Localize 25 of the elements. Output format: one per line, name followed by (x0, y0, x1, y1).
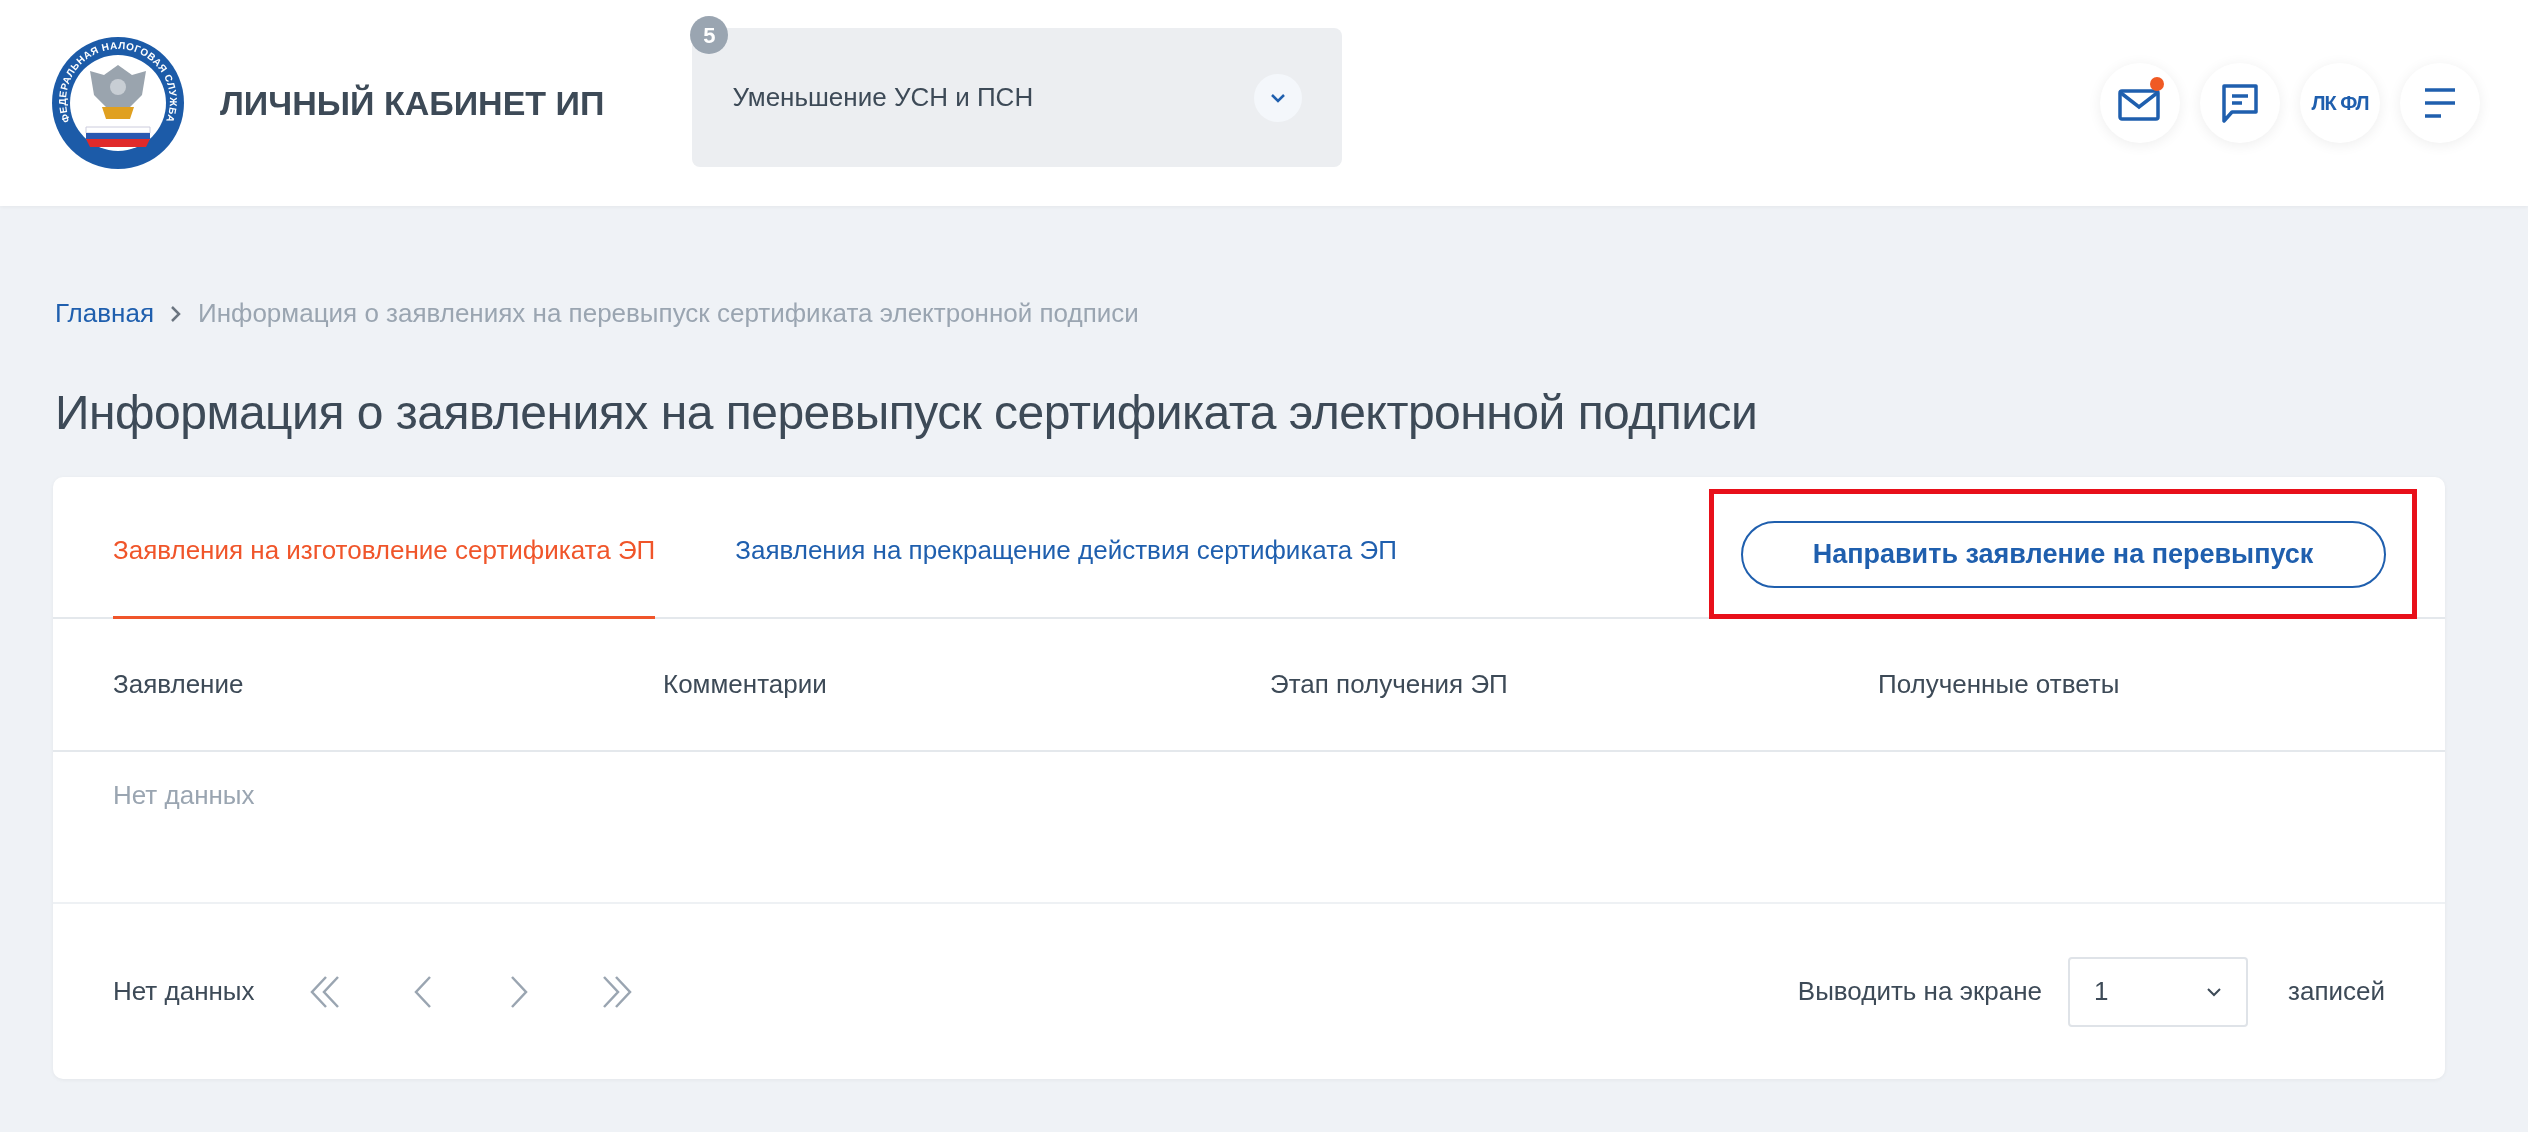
chevron-down-icon (2206, 986, 2223, 997)
pagination-status: Нет данных (113, 975, 255, 1008)
count-badge: 5 (690, 16, 729, 54)
column-header: Этап получения ЭП (1270, 668, 1508, 701)
breadcrumb-link[interactable]: Главная (55, 294, 154, 333)
menu-icon (2423, 86, 2457, 120)
column-header: Полученные ответы (1878, 668, 2120, 701)
reissue-request-button[interactable]: Направить заявление на перевыпуск (1740, 520, 2386, 588)
per-page-value: 1 (2094, 975, 2109, 1008)
breadcrumb-current: Информация о заявлениях на перевыпуск сертификата электронной подписи (197, 297, 1139, 330)
tab[interactable]: Заявления на изготовление сертификата ЭП (113, 477, 656, 619)
chat-icon (2220, 82, 2260, 124)
per-page-suffix: записей (2288, 975, 2385, 1008)
column-header: Комментарии (663, 668, 827, 701)
per-page-select[interactable]: 1 (2068, 956, 2249, 1027)
page-title: Информация о заявлениях на перевыпуск сертификата электронной подписи (54, 385, 1759, 441)
empty-table-message: Нет данных (113, 780, 255, 810)
per-page-label: Выводить на экране (1797, 975, 2043, 1008)
selector-value: Уменьшение УСН и ПСН (732, 81, 1034, 114)
site-title: ЛИЧНЫЙ КАБИНЕТ ИП (220, 82, 605, 124)
personal-account-link[interactable]: ЛК ФЛ (2300, 63, 2380, 143)
column-header: Заявление (113, 668, 244, 701)
chevron-right-icon (169, 304, 182, 323)
chevron-down-icon (1254, 73, 1303, 122)
tab[interactable]: Заявления на прекращение действия сертификата ЭП (735, 477, 1397, 619)
